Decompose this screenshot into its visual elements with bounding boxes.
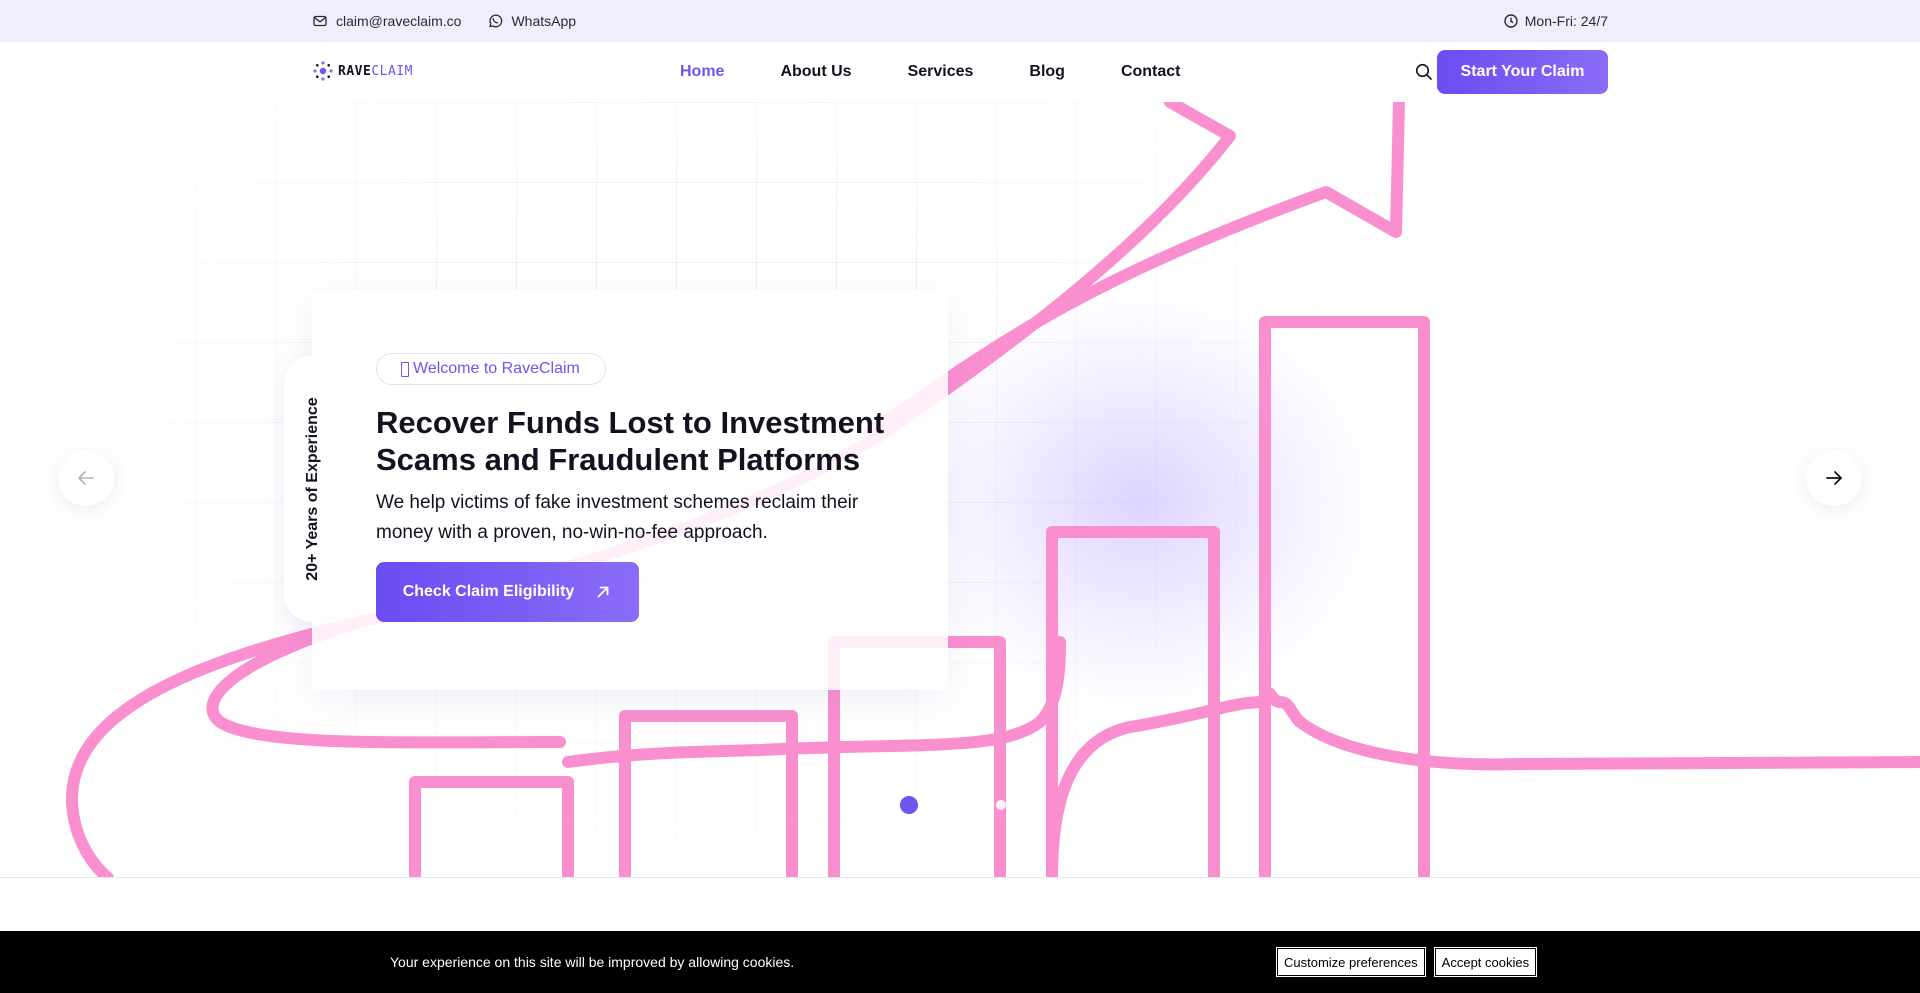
arrow-left-icon — [78, 471, 94, 485]
logo-text-rave: RAVE — [338, 63, 372, 79]
logo[interactable]: RAVE CLAIM — [312, 60, 413, 82]
whatsapp-text: WhatsApp — [511, 13, 577, 29]
customize-preferences-button[interactable]: Customize preferences — [1276, 947, 1426, 977]
nav-about-us[interactable]: About Us — [780, 63, 851, 81]
nav-services[interactable]: Services — [908, 63, 974, 81]
welcome-badge: Welcome to RaveClaim — [376, 353, 606, 385]
mail-icon — [312, 13, 328, 29]
arrow-right-icon — [1826, 471, 1842, 485]
clock-icon — [1503, 13, 1519, 29]
logo-mark-icon — [313, 61, 333, 81]
prev-slide-button[interactable] — [58, 450, 114, 506]
top-bar: claim@raveclaim.co WhatsApp Mon-Fri: 24/… — [0, 0, 1920, 42]
accept-cookies-button[interactable]: Accept cookies — [1433, 947, 1538, 977]
logo-text-claim: CLAIM — [371, 63, 413, 79]
email-link[interactable]: claim@raveclaim.co — [312, 13, 461, 29]
cookie-message: Your experience on this site will be imp… — [390, 954, 795, 970]
nav-blog[interactable]: Blog — [1029, 63, 1065, 81]
contact-info: claim@raveclaim.co WhatsApp — [312, 0, 576, 42]
welcome-badge-text: Welcome to RaveClaim — [413, 360, 580, 377]
check-eligibility-label: Check Claim Eligibility — [402, 583, 575, 600]
hours-text: Mon-Fri: 24/7 — [1524, 13, 1608, 29]
whatsapp-icon — [487, 13, 503, 29]
nav-home[interactable]: Home — [680, 63, 724, 81]
check-eligibility-button[interactable]: Check Claim Eligibility — [376, 562, 639, 622]
experience-label: 20+ Years of Experience — [304, 397, 321, 581]
arrow-up-right-icon — [597, 586, 609, 598]
email-text: claim@raveclaim.co — [336, 13, 462, 29]
slide-dot-3[interactable] — [996, 800, 1006, 810]
start-claim-button[interactable]: Start Your Claim — [1437, 50, 1608, 94]
main-header: RAVE CLAIM Home About Us Services Blog Co… — [0, 42, 1920, 102]
nav-contact[interactable]: Contact — [1121, 63, 1181, 81]
hero-subtitle: We help victims of fake investment schem… — [376, 492, 859, 543]
hero-slider: 20+ Years of Experience Welcome to RaveC… — [0, 102, 1920, 878]
main-nav: Home About Us Services Blog Contact — [680, 42, 1181, 102]
search-icon[interactable] — [1414, 62, 1434, 82]
slide-dot-2[interactable] — [952, 800, 962, 810]
hero-title: Recover Funds Lost to Investment Scams a… — [376, 405, 885, 477]
business-hours: Mon-Fri: 24/7 — [1503, 0, 1608, 42]
slide-dot-1[interactable] — [900, 796, 918, 814]
slider-pagination — [900, 796, 1006, 814]
next-slide-button[interactable] — [1806, 450, 1862, 506]
cookie-actions: Customize preferences Accept cookies — [1276, 947, 1538, 977]
whatsapp-link[interactable]: WhatsApp — [487, 13, 576, 29]
cookie-banner: Your experience on this site will be imp… — [0, 931, 1920, 993]
badge-glyph-icon — [401, 361, 409, 377]
